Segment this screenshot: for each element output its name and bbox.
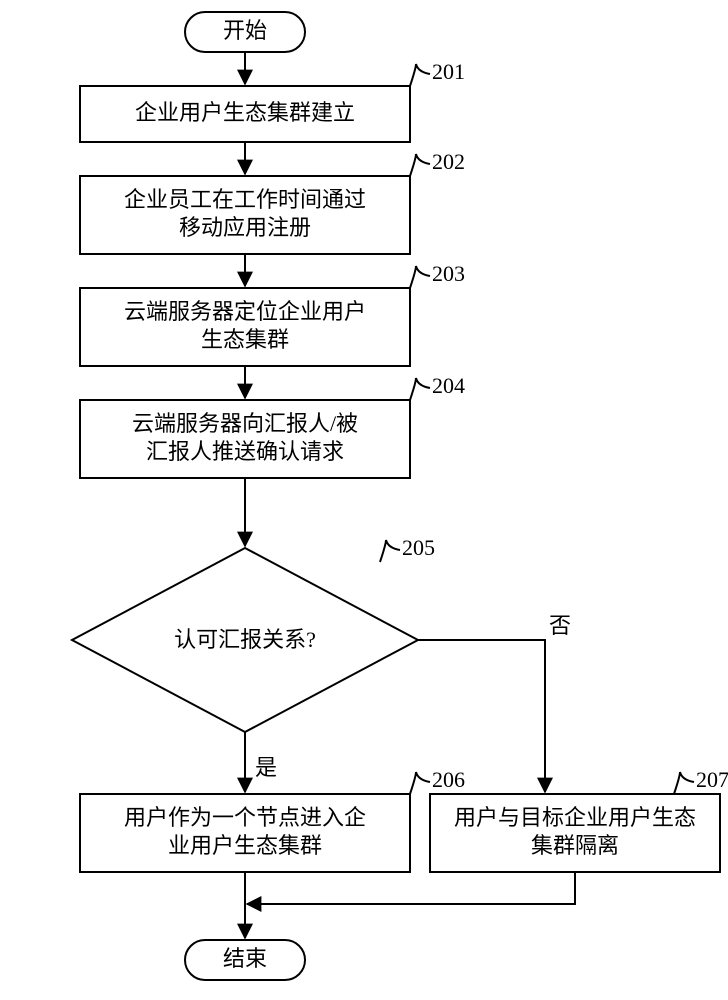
step-204-text-0: 云端服务器向汇报人/被 xyxy=(132,411,358,436)
start-terminator: 开始 xyxy=(185,12,305,52)
step-201: 企业用户生态集群建立 xyxy=(80,86,410,142)
step-201-num: 201 xyxy=(432,59,465,84)
step-207: 用户与目标企业用户生态 集群隔离 xyxy=(430,794,720,872)
callout-201 xyxy=(410,64,430,86)
start-label: 开始 xyxy=(223,18,267,43)
step-206: 用户作为一个节点进入企 业用户生态集群 xyxy=(80,794,410,872)
step-201-text-0: 企业用户生态集群建立 xyxy=(135,100,355,125)
step-202-text-1: 移动应用注册 xyxy=(179,215,311,240)
step-206-num: 206 xyxy=(432,767,465,792)
decision-205-num: 205 xyxy=(402,535,435,560)
step-202: 企业员工在工作时间通过 移动应用注册 xyxy=(80,176,410,254)
end-terminator: 结束 xyxy=(185,940,305,980)
step-202-text-0: 企业员工在工作时间通过 xyxy=(124,187,366,212)
step-202-num: 202 xyxy=(432,149,465,174)
step-207-num: 207 xyxy=(696,767,728,792)
step-203-text-1: 生态集群 xyxy=(201,327,289,352)
callout-206 xyxy=(410,772,430,794)
step-204-num: 204 xyxy=(432,373,465,398)
step-203-text-0: 云端服务器定位企业用户 xyxy=(124,299,366,324)
callout-203 xyxy=(410,266,430,288)
step-206-text-0: 用户作为一个节点进入企 xyxy=(124,805,366,830)
yes-label: 是 xyxy=(255,755,277,780)
end-label: 结束 xyxy=(223,946,267,971)
step-206-text-1: 业用户生态集群 xyxy=(168,833,322,858)
step-207-text-1: 集群隔离 xyxy=(531,833,619,858)
step-203-num: 203 xyxy=(432,261,465,286)
arrow-207-merge xyxy=(247,872,575,904)
step-204-text-1: 汇报人推送确认请求 xyxy=(146,439,344,464)
callout-204 xyxy=(410,378,430,400)
decision-205: 认可汇报关系? xyxy=(72,548,418,732)
step-207-text-0: 用户与目标企业用户生态 xyxy=(454,805,696,830)
callout-202 xyxy=(410,154,430,176)
decision-205-text-0: 认可汇报关系? xyxy=(174,627,316,652)
callout-207 xyxy=(674,772,694,794)
step-204: 云端服务器向汇报人/被 汇报人推送确认请求 xyxy=(80,400,410,478)
callout-205 xyxy=(380,540,400,562)
no-label: 否 xyxy=(549,613,571,638)
step-203: 云端服务器定位企业用户 生态集群 xyxy=(80,288,410,366)
